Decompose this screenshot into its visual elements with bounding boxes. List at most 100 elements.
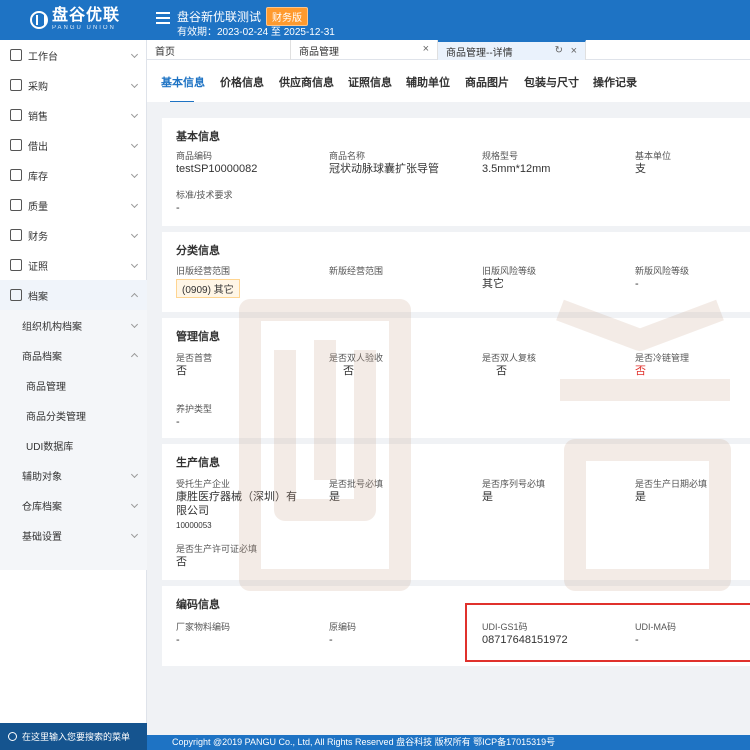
section-title: 编码信息 xyxy=(176,599,220,611)
folder-icon xyxy=(10,289,22,301)
sidebar-item-aux-object[interactable]: 辅助对象 xyxy=(0,460,147,490)
subnav-operation-log[interactable]: 操作记录 xyxy=(593,74,637,90)
page-footer: Copyright @2019 PANGU Co., Ltd, All Righ… xyxy=(147,735,750,750)
field-spec: 规格型号 3.5mm*12mm xyxy=(482,151,551,175)
field-double-review: 是否双人复核 否 xyxy=(482,353,537,377)
field-orig-code: 原编码 - xyxy=(329,622,357,646)
menu-search[interactable]: 在这里输入您要搜索的菜单 xyxy=(0,723,147,750)
sidebar-item-archive[interactable]: 档案 xyxy=(0,280,147,310)
sales-icon xyxy=(10,109,22,121)
subnav-supplier-info[interactable]: 供应商信息 xyxy=(279,74,334,90)
logo[interactable]: 盘谷优联 PANGU UNION xyxy=(0,0,147,40)
subnav-price-info[interactable]: 价格信息 xyxy=(220,74,264,90)
subnav-package-size[interactable]: 包装与尺寸 xyxy=(524,74,579,90)
search-icon xyxy=(8,732,17,741)
field-date-required: 是否生产日期必填 是 xyxy=(635,479,708,503)
close-icon[interactable]: × xyxy=(571,45,577,57)
sidebar-item-quality[interactable]: 质量 xyxy=(0,190,147,220)
lend-icon xyxy=(10,139,22,151)
field-unit: 基本单位 支 xyxy=(635,151,672,175)
subnav-license-info[interactable]: 证照信息 xyxy=(348,74,392,90)
basic-info-card: 基本信息 商品编码 testSP10000082 商品名称 冠状动脉球囊扩张导管… xyxy=(162,118,750,226)
chevron-down-icon xyxy=(130,500,139,509)
chevron-down-icon xyxy=(130,530,139,539)
field-standard: 标准/技术要求 - xyxy=(176,190,233,214)
quality-icon xyxy=(10,199,22,211)
field-old-scope: 旧版经营范围 (0909) 其它 xyxy=(176,266,240,298)
production-info-card: 生产信息 受托生产企业 康胜医疗器械（深圳）有 限公司 10000053 是否批… xyxy=(162,444,750,580)
field-double-check: 是否双人验收 否 xyxy=(329,353,384,377)
archive-submenu: 组织机构档案 商品档案 商品管理 商品分类管理 UDI数据库 辅助对象 仓库档案… xyxy=(0,310,147,570)
field-entrusted-maker: 受托生产企业 康胜医疗器械（深圳）有 限公司 10000053 xyxy=(176,479,297,530)
finance-icon xyxy=(10,229,22,241)
sidebar-item-base-settings[interactable]: 基础设置 xyxy=(0,520,147,550)
page-tabs: 首页 商品管理 × 商品管理--详情 ↻ × xyxy=(147,40,750,60)
menu-toggle-icon[interactable] xyxy=(156,12,170,24)
scope-tag: (0909) 其它 xyxy=(176,279,240,298)
sidebar-item-udi-db[interactable]: UDI数据库 xyxy=(0,430,147,460)
chevron-down-icon xyxy=(130,230,139,239)
sidebar-item-workbench[interactable]: 工作台 xyxy=(0,40,147,70)
field-license-required: 是否生产许可证必填 否 xyxy=(176,544,258,568)
chevron-down-icon xyxy=(130,110,139,119)
chevron-down-icon xyxy=(130,200,139,209)
field-goods-code: 商品编码 testSP10000082 xyxy=(176,151,258,175)
section-title: 基本信息 xyxy=(176,131,220,143)
sidebar-item-lend[interactable]: 借出 xyxy=(0,130,147,160)
subnav-aux-unit[interactable]: 辅助单位 xyxy=(406,74,450,90)
tab-goods-detail[interactable]: 商品管理--详情 ↻ × xyxy=(438,40,586,60)
chevron-down-icon xyxy=(130,260,139,269)
subnav-goods-images[interactable]: 商品图片 xyxy=(465,74,509,90)
logo-text-en: PANGU UNION xyxy=(52,25,116,31)
subnav-basic-info[interactable]: 基本信息 xyxy=(161,74,205,90)
validity-text: 有效期：2023-02-24 至 2025-12-31 xyxy=(177,27,335,38)
close-icon[interactable]: × xyxy=(423,43,429,55)
refresh-icon[interactable]: ↻ xyxy=(555,45,563,56)
sidebar: 工作台 采购 销售 借出 库存 质量 财务 证照 档案 组织机构档案 商品档案 … xyxy=(0,40,147,750)
field-care-type: 养护类型 - xyxy=(176,404,213,428)
license-icon xyxy=(10,259,22,271)
field-first-sale: 是否首营 否 xyxy=(176,353,213,377)
purchase-icon xyxy=(10,79,22,91)
chevron-down-icon xyxy=(130,470,139,479)
tab-home[interactable]: 首页 xyxy=(147,40,291,60)
top-header: 盘谷优联 PANGU UNION 盘谷新优联测试 财务版 有效期：2023-02… xyxy=(0,0,750,40)
field-new-risk: 新版风险等级 - xyxy=(635,266,690,290)
logo-text-cn: 盘谷优联 xyxy=(52,7,121,24)
field-old-risk: 旧版风险等级 其它 xyxy=(482,266,537,290)
chevron-up-icon xyxy=(130,292,139,301)
sidebar-item-goods-archive[interactable]: 商品档案 xyxy=(0,340,147,370)
management-info-card: 管理信息 是否首营 否 是否双人验收 否 是否双人复核 否 是否冷链管理 否 养… xyxy=(162,318,750,438)
field-new-scope: 新版经营范围 xyxy=(329,266,384,276)
logo-icon xyxy=(30,11,48,29)
field-goods-name: 商品名称 冠状动脉球囊扩张导管 xyxy=(329,151,439,175)
field-cold-chain: 是否冷链管理 否 xyxy=(635,353,690,377)
sidebar-item-purchase[interactable]: 采购 xyxy=(0,70,147,100)
chevron-up-icon xyxy=(130,352,139,361)
section-title: 生产信息 xyxy=(176,457,220,469)
field-batch-required: 是否批号必填 是 xyxy=(329,479,384,503)
chevron-down-icon xyxy=(130,80,139,89)
section-title: 管理信息 xyxy=(176,331,220,343)
udi-highlight-box xyxy=(465,603,750,662)
chevron-down-icon xyxy=(130,170,139,179)
menu-search-placeholder: 在这里输入您要搜索的菜单 xyxy=(22,732,131,742)
sidebar-item-finance[interactable]: 财务 xyxy=(0,220,147,250)
sidebar-item-inventory[interactable]: 库存 xyxy=(0,160,147,190)
sidebar-item-sales[interactable]: 销售 xyxy=(0,100,147,130)
sidebar-item-license[interactable]: 证照 xyxy=(0,250,147,280)
chevron-down-icon xyxy=(130,140,139,149)
sidebar-item-goods-category[interactable]: 商品分类管理 xyxy=(0,400,147,430)
tab-goods-manage[interactable]: 商品管理 × xyxy=(291,40,438,60)
field-serial-required: 是否序列号必填 是 xyxy=(482,479,546,503)
sidebar-item-org-archive[interactable]: 组织机构档案 xyxy=(0,310,147,340)
section-title: 分类信息 xyxy=(176,245,220,257)
category-info-card: 分类信息 旧版经营范围 (0909) 其它 新版经营范围 旧版风险等级 其它 新… xyxy=(162,232,750,312)
detail-subnav: 基本信息 价格信息 供应商信息 证照信息 辅助单位 商品图片 包装与尺寸 操作记… xyxy=(147,60,750,102)
sidebar-item-goods-manage[interactable]: 商品管理 xyxy=(0,370,147,400)
chevron-down-icon xyxy=(130,320,139,329)
field-vendor-code: 厂家物料编码 - xyxy=(176,622,231,646)
warehouse-icon xyxy=(10,169,22,181)
sidebar-item-warehouse-archive[interactable]: 仓库档案 xyxy=(0,490,147,520)
chevron-down-icon xyxy=(130,50,139,59)
